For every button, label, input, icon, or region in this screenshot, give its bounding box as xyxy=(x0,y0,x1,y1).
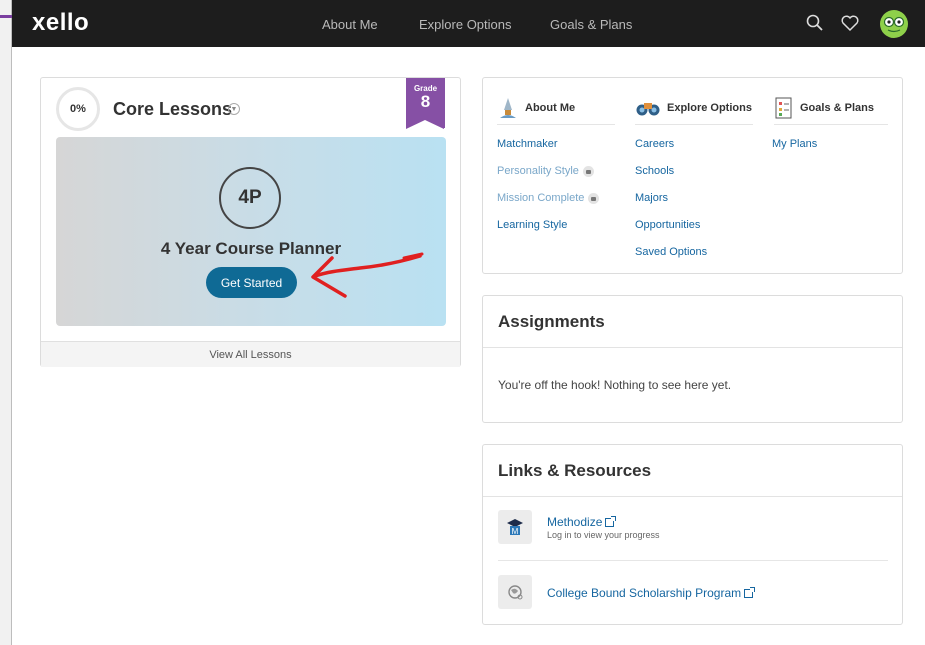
goals-plans-header[interactable]: Goals & Plans xyxy=(774,92,874,124)
methodize-icon: M xyxy=(498,510,532,544)
personality-style-label: Personality Style xyxy=(497,165,579,177)
grade-value: 8 xyxy=(420,92,431,111)
lesson-badge: 4P xyxy=(219,167,281,229)
lock-icon xyxy=(582,165,594,177)
lock-icon xyxy=(588,192,600,204)
lesson-title: 4 Year Course Planner xyxy=(160,239,342,258)
left-accent-line xyxy=(0,15,12,18)
links-resources-divider xyxy=(483,496,902,497)
external-link-icon xyxy=(744,587,756,599)
explore-card: About Me Explore Options Goals & Plans M… xyxy=(482,77,903,274)
external-link-icon xyxy=(605,516,617,528)
page: xello About Me Explore Options Goals & P… xyxy=(0,0,925,645)
explore-options-header[interactable]: Explore Options xyxy=(635,92,752,124)
link-personality-style[interactable]: Personality Style xyxy=(497,165,594,177)
view-all-lessons-link[interactable]: View All Lessons xyxy=(41,341,460,367)
grade-ribbon: Grade 8 xyxy=(406,78,445,129)
search-icon[interactable] xyxy=(805,13,825,33)
xello-logo[interactable]: xello xyxy=(32,9,89,37)
assignments-card: Assignments You're off the hook! Nothing… xyxy=(482,295,903,423)
college-bound-link[interactable]: College Bound Scholarship Program xyxy=(547,586,756,600)
link-matchmaker[interactable]: Matchmaker xyxy=(497,138,558,150)
goals-plans-title: Goals & Plans xyxy=(800,102,874,114)
assignments-empty-message: You're off the hook! Nothing to see here… xyxy=(498,378,732,392)
progress-ring: 0% xyxy=(56,87,100,131)
link-my-plans[interactable]: My Plans xyxy=(772,138,817,150)
assignments-divider xyxy=(483,347,902,348)
nav-about-me[interactable]: About Me xyxy=(322,17,378,32)
link-saved-options[interactable]: Saved Options xyxy=(635,246,707,258)
link-majors[interactable]: Majors xyxy=(635,192,668,204)
link-opportunities[interactable]: Opportunities xyxy=(635,219,700,231)
nav-explore-options[interactable]: Explore Options xyxy=(419,17,512,32)
about-divider xyxy=(497,124,615,125)
core-lessons-title: Core Lessons xyxy=(113,99,233,119)
mission-complete-label: Mission Complete xyxy=(497,192,585,204)
checklist-icon xyxy=(775,97,792,119)
about-me-header[interactable]: About Me xyxy=(497,92,575,124)
assignments-title: Assignments xyxy=(498,312,605,331)
link-schools[interactable]: Schools xyxy=(635,165,674,177)
svg-text:M: M xyxy=(512,527,519,536)
explore-options-title: Explore Options xyxy=(667,102,752,114)
globe-icon xyxy=(498,575,532,609)
top-nav-bar: xello About Me Explore Options Goals & P… xyxy=(12,0,925,47)
binoculars-icon xyxy=(636,103,660,116)
heart-icon[interactable] xyxy=(840,13,860,33)
methodize-subtitle: Log in to view your progress xyxy=(547,530,660,540)
link-mission-complete[interactable]: Mission Complete xyxy=(497,192,600,204)
chevron-down-icon[interactable]: ▼ xyxy=(228,103,240,115)
goals-divider xyxy=(774,124,888,125)
avatar[interactable] xyxy=(880,10,908,38)
nav-goals-plans[interactable]: Goals & Plans xyxy=(550,17,632,32)
options-divider xyxy=(635,124,753,125)
left-edge-panel xyxy=(0,0,12,645)
lesson-tile[interactable]: 4P 4 Year Course Planner Get Started xyxy=(56,137,446,326)
methodize-link[interactable]: Methodize xyxy=(547,515,617,529)
methodize-label: Methodize xyxy=(547,515,603,529)
get-started-button[interactable]: Get Started xyxy=(206,267,297,298)
resource-divider xyxy=(498,560,888,561)
core-lessons-card: 0% Core Lessons ▼ Grade 8 4P 4 Year Cour… xyxy=(40,77,461,367)
ribbon-notch xyxy=(406,120,444,129)
links-resources-card: Links & Resources M Methodize Log in to … xyxy=(482,444,903,625)
links-resources-title: Links & Resources xyxy=(498,461,652,480)
rocket-icon xyxy=(500,98,516,118)
link-careers[interactable]: Careers xyxy=(635,138,674,150)
about-me-title: About Me xyxy=(525,102,576,114)
college-bound-label: College Bound Scholarship Program xyxy=(547,586,742,600)
link-learning-style[interactable]: Learning Style xyxy=(497,219,567,231)
